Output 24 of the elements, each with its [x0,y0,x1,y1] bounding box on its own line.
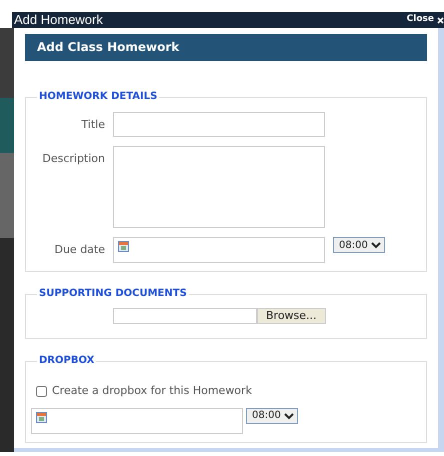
vertical-scrollbar[interactable] [438,28,444,448]
file-path-field[interactable] [113,308,257,324]
section-legend: HOMEWORK DETAILS [37,91,160,103]
browse-button[interactable]: Browse... [257,308,326,324]
section-legend: DROPBOX [37,355,96,367]
field-label: Due date [53,242,105,258]
title-field[interactable] [113,112,325,137]
calendar-icon[interactable] [118,241,129,252]
date-field[interactable] [113,237,325,263]
horizontal-scrollbar[interactable] [14,448,444,452]
window-title: Add Homework [14,12,103,28]
description-field[interactable] [113,146,325,228]
field-label: Title [80,117,105,133]
close-button[interactable]: Close [406,13,444,27]
date-field[interactable] [31,408,243,434]
section-legend: SUPPORTING DOCUMENTS [37,288,189,300]
dialog-header: Add Class Homework [25,34,427,61]
close-icon[interactable] [437,16,444,24]
checkbox-label: Create a dropbox for this Homework [52,383,252,399]
checkbox[interactable] [36,386,47,397]
time-select[interactable]: 08:00 [246,408,298,424]
time-select[interactable]: 08:00 [333,237,385,253]
field-label: Description [41,151,105,167]
calendar-icon[interactable] [36,412,47,422]
